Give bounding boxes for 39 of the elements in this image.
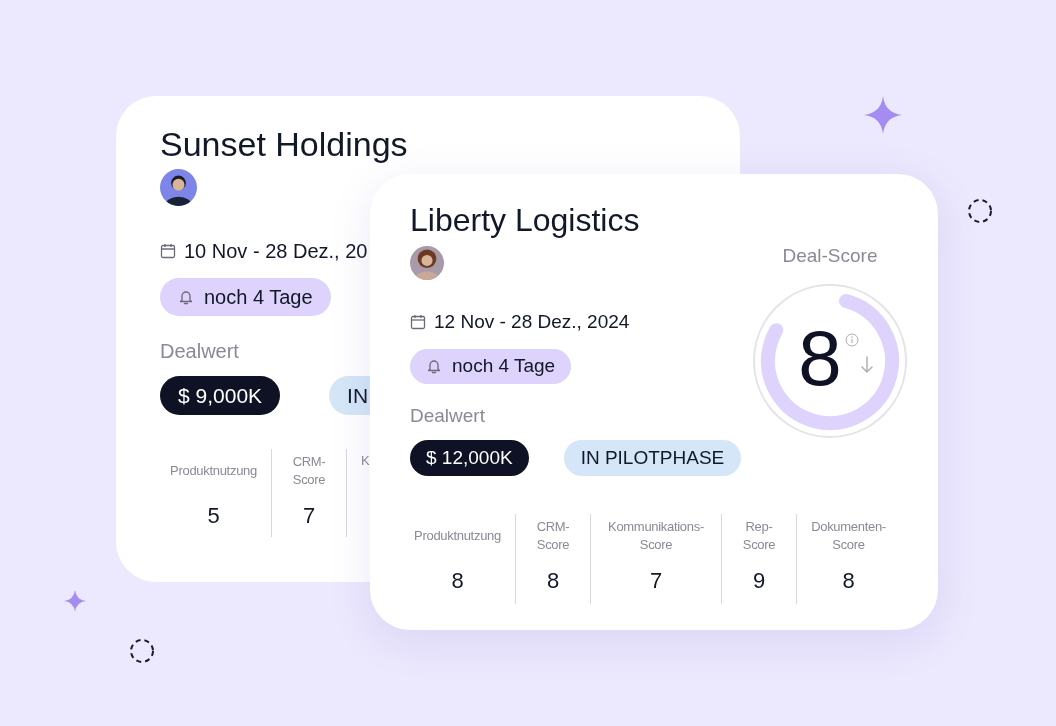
avatar-icon bbox=[410, 246, 444, 280]
metric-label: Produktnutzung bbox=[170, 462, 257, 480]
metric-value: 8 bbox=[842, 567, 855, 595]
deal-score-label: Deal-Score bbox=[782, 244, 878, 268]
metric-value: 9 bbox=[752, 567, 766, 595]
deal-value-badge: $ 9,000K bbox=[160, 376, 281, 415]
metric-label: Rep-Score bbox=[742, 518, 776, 554]
metric-value: 8 bbox=[546, 567, 560, 595]
metric-label: CRM-Score bbox=[292, 453, 326, 489]
metric-label: Kommunikations-Score bbox=[608, 518, 704, 554]
avatar-icon bbox=[160, 168, 197, 206]
reminder-text: noch 4 Tage bbox=[204, 285, 313, 310]
metric-value: 7 bbox=[302, 502, 316, 530]
sparkle-icon bbox=[64, 590, 86, 612]
status-badge: IN PILOTPHASE bbox=[563, 440, 742, 476]
metric-value: 5 bbox=[207, 502, 220, 530]
metric-label: CRM-Score bbox=[536, 518, 570, 554]
deal-value-label: Dealwert bbox=[160, 339, 239, 364]
deal-value-badge: $ 12,000K bbox=[410, 440, 529, 476]
date-range: 12 Nov - 28 Dez., 2024 bbox=[434, 310, 630, 334]
bell-icon bbox=[178, 288, 194, 306]
bell-icon bbox=[426, 357, 442, 375]
metric-label: K bbox=[361, 452, 370, 470]
sparkle-icon bbox=[864, 96, 902, 134]
calendar-icon bbox=[160, 243, 176, 259]
deal-score-value: 8 bbox=[797, 312, 843, 403]
company-title: Liberty Logistics bbox=[410, 201, 640, 240]
dashed-circle-icon bbox=[967, 198, 993, 224]
date-range: 10 Nov - 28 Dez., 20 bbox=[184, 239, 368, 264]
reminder-text: noch 4 Tage bbox=[452, 353, 556, 378]
dashed-circle-icon bbox=[129, 638, 155, 664]
info-icon[interactable] bbox=[845, 332, 859, 347]
metric-label: Dokumenten-Score bbox=[811, 518, 886, 554]
metric-value: 7 bbox=[649, 567, 663, 595]
calendar-icon bbox=[410, 314, 426, 331]
arrow-down-icon bbox=[860, 355, 874, 374]
company-title: Sunset Holdings bbox=[160, 124, 408, 165]
metric-value: 8 bbox=[451, 567, 464, 595]
metric-label: Produktnutzung bbox=[414, 527, 501, 545]
